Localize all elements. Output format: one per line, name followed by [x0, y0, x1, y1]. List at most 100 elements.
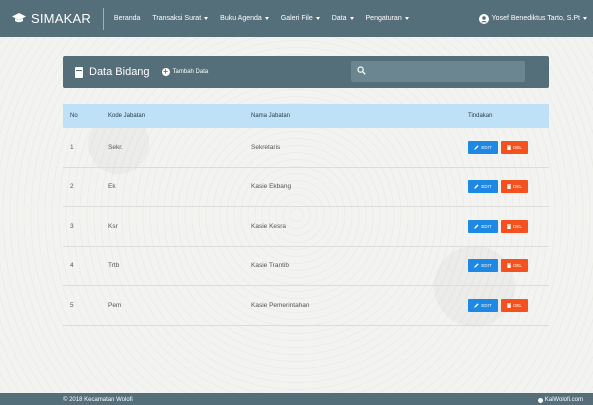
nav-item-label: Galeri File	[280, 15, 313, 22]
cell-nama-jabatan: Kasie Kesra	[251, 222, 287, 230]
caret-down-icon	[349, 17, 354, 20]
cell-no: 4	[70, 262, 74, 270]
top-navbar: SIMAKAR Beranda Transaksi Surat Buku Age…	[0, 0, 593, 37]
add-data-button[interactable]: + Tambah Data	[161, 67, 209, 76]
caret-down-icon	[315, 17, 320, 20]
pencil-icon	[474, 184, 479, 189]
edit-button[interactable]: EDIT	[468, 259, 498, 273]
cell-no: 3	[70, 222, 74, 230]
edit-button[interactable]: EDIT	[468, 298, 498, 312]
user-circle-icon	[478, 13, 489, 24]
cell-nama-jabatan: Kasie Trantib	[251, 262, 289, 270]
edit-button[interactable]: EDIT	[468, 140, 498, 154]
page-title: Data Bidang	[89, 66, 150, 78]
delete-button[interactable]: DEL	[501, 180, 528, 194]
footer-copyright: © 2018 Kecamatan Wolofi	[63, 397, 133, 403]
delete-button[interactable]: DEL	[501, 219, 528, 233]
nav-item-beranda[interactable]: Beranda	[114, 15, 140, 22]
nav-item-label: Transaksi Surat	[152, 15, 202, 22]
delete-label: DEL	[513, 263, 522, 269]
delete-label: DEL	[513, 302, 522, 308]
cell-actions: EDIT DEL	[468, 298, 549, 312]
caret-down-icon	[583, 17, 587, 20]
edit-label: EDIT	[481, 302, 492, 308]
search-box	[351, 61, 525, 82]
trash-icon	[507, 224, 512, 229]
trash-icon	[507, 145, 512, 150]
nav-item-label: Data	[331, 15, 347, 22]
table-row: 4 Trtb Kasie Trantib EDIT DEL	[63, 247, 549, 286]
edit-button[interactable]: EDIT	[468, 180, 498, 194]
trash-icon	[507, 303, 512, 308]
delete-button[interactable]: DEL	[501, 298, 528, 312]
table-row: 5 Pem Kasie Pemerintahan EDIT DEL	[63, 286, 549, 326]
nav-item-label: Beranda	[113, 15, 141, 22]
table-header: No Kode Jabatan Nama Jabatan Tindakan	[63, 104, 549, 128]
delete-button[interactable]: DEL	[501, 140, 528, 154]
cell-actions: EDIT DEL	[468, 219, 549, 233]
add-data-label: Tambah Data	[172, 69, 209, 75]
nav-menu: Beranda Transaksi Surat Buku Agenda Gale…	[114, 15, 421, 22]
nav-item-label: Buku Agenda	[220, 15, 262, 22]
user-menu[interactable]: Yosef Benediktus Tarto, S.Pt	[478, 0, 587, 37]
edit-label: EDIT	[481, 144, 492, 150]
cell-nama-jabatan: Kasie Pemerintahan	[251, 301, 310, 309]
document-icon	[75, 66, 83, 78]
nav-item-galeri-file[interactable]: Galeri File	[281, 15, 320, 22]
delete-label: DEL	[513, 184, 522, 190]
caret-down-icon	[404, 17, 409, 20]
cell-kode-jabatan: Ek	[108, 183, 116, 191]
pencil-icon	[474, 263, 479, 268]
delete-button[interactable]: DEL	[501, 259, 528, 273]
cell-no: 5	[70, 301, 74, 309]
pencil-icon	[474, 145, 479, 150]
edit-label: EDIT	[481, 223, 492, 229]
panel-header: Data Bidang + Tambah Data	[63, 56, 549, 88]
cell-actions: EDIT DEL	[468, 259, 549, 273]
delete-label: DEL	[513, 223, 522, 229]
pencil-icon	[474, 303, 479, 308]
cell-nama-jabatan: Sekretaris	[251, 143, 281, 151]
cell-no: 1	[70, 143, 74, 151]
cell-actions: EDIT DEL	[468, 140, 549, 154]
trash-icon	[507, 263, 512, 269]
footer-link-label: KaiWolofi.com	[544, 397, 583, 403]
table-row: 2 Ek Kasie Ekbang EDIT DEL	[63, 168, 549, 207]
column-header-no: No	[70, 113, 78, 119]
cell-kode-jabatan: Pem	[108, 301, 122, 309]
user-name: Yosef Benediktus Tarto, S.Pt	[491, 15, 580, 22]
edit-button[interactable]: EDIT	[468, 219, 498, 233]
cell-no: 2	[70, 183, 74, 191]
cell-kode-jabatan: Trtb	[108, 262, 120, 270]
caret-down-icon	[204, 17, 209, 20]
nav-item-label: Pengaturan	[365, 15, 402, 22]
data-table: No Kode Jabatan Nama Jabatan Tindakan 1 S…	[63, 104, 549, 326]
cell-kode-jabatan: Ksr	[108, 222, 118, 230]
plus-circle-icon: +	[161, 67, 170, 76]
pencil-icon	[474, 224, 479, 229]
caret-down-icon	[264, 17, 269, 20]
table-body: 1 Sekr. Sekretaris EDIT DEL 2 Ek Kasie Ekbang ED…	[63, 128, 549, 326]
nav-item-buku-agenda[interactable]: Buku Agenda	[220, 15, 269, 22]
cell-actions: EDIT DEL	[468, 180, 549, 194]
table-row: 1 Sekr. Sekretaris EDIT DEL	[63, 128, 549, 168]
footer: © 2018 Kecamatan Wolofi KaiWolofi.com	[0, 393, 593, 405]
search-icon	[357, 66, 366, 75]
cell-nama-jabatan: Kasie Ekbang	[251, 183, 292, 191]
delete-label: DEL	[513, 144, 522, 150]
footer-link[interactable]: KaiWolofi.com	[537, 397, 583, 403]
column-header-kode-jabatan: Kode Jabatan	[108, 113, 146, 119]
edit-label: EDIT	[481, 184, 492, 190]
nav-item-transaksi-surat[interactable]: Transaksi Surat	[152, 15, 209, 22]
graduation-cap-icon	[12, 13, 26, 23]
nav-divider	[102, 7, 104, 30]
nav-item-data[interactable]: Data	[332, 15, 354, 22]
table-row: 3 Ksr Kasie Kesra EDIT DEL	[63, 207, 549, 247]
edit-label: EDIT	[481, 263, 492, 269]
cell-kode-jabatan: Sekr.	[108, 143, 123, 151]
brand[interactable]: SIMAKAR	[12, 11, 91, 26]
search-input[interactable]	[371, 64, 525, 80]
nav-item-pengaturan[interactable]: Pengaturan	[366, 15, 409, 22]
column-header-tindakan: Tindakan	[468, 113, 493, 119]
column-header-nama-jabatan: Nama Jabatan	[251, 113, 291, 119]
